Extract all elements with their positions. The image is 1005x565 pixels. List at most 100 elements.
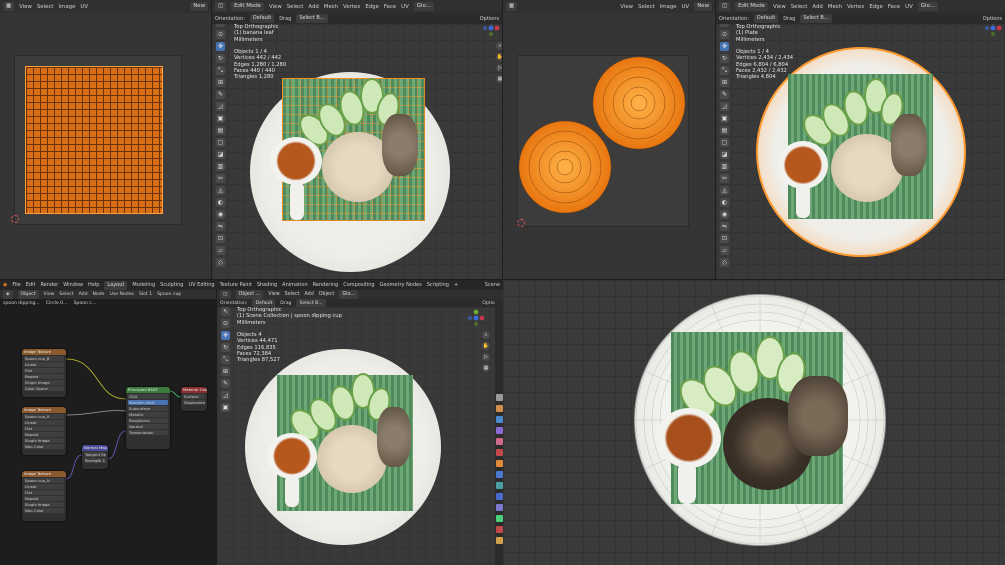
output-tab-icon[interactable] [495,416,503,423]
uv-menu-select[interactable]: Select [37,4,54,10]
menu-view[interactable]: View [44,292,55,297]
inset-tool-icon[interactable]: ▢ [720,138,729,147]
transform-tool-icon[interactable]: ⊞ [221,367,230,376]
slot-dropdown[interactable]: Slot 1 [139,292,152,297]
viewport-top-mid[interactable]: Top Orthographic (1) banana leaf Millimete… [212,24,502,279]
rip-tool-icon[interactable]: ◇ [720,258,729,267]
plate-uv-islands[interactable] [517,55,689,227]
2d-cursor-icon[interactable] [517,219,525,227]
menu-edge[interactable]: Edge [869,4,883,10]
principled-bsdf-node[interactable]: Principled BSDF GGX Random Walk Subsurface… [126,387,170,449]
menu-window[interactable]: Window [63,282,83,288]
viewport-top-right[interactable]: Top Orthographic (1) Plate Millimeters Obj… [716,24,1005,279]
editor-type-button[interactable]: ◫ [220,290,231,299]
measure-tool-icon[interactable]: ◿ [216,102,225,111]
camera-icon[interactable]: ▷ [496,64,502,72]
annotate-tool-icon[interactable]: ✎ [720,90,729,99]
knife-tool-icon[interactable]: ✂ [216,174,225,183]
editor-type-button[interactable]: ◫ [719,2,731,11]
select-tool-icon[interactable]: ↖ [221,307,230,316]
select-tool-icon[interactable]: ↖ [720,24,729,27]
uv-menu-uv[interactable]: UV [682,4,690,10]
menu-vertex[interactable]: Vertex [847,4,864,10]
texture-tab-icon[interactable] [495,537,503,544]
camera-icon[interactable]: ▷ [482,353,490,361]
menu-file[interactable]: File [12,282,20,288]
menu-view[interactable]: View [268,292,279,297]
transform-orientation-dropdown[interactable]: Glo... [339,290,358,299]
extrude-tool-icon[interactable]: ▤ [216,126,225,135]
loop-cut-tool-icon[interactable]: ▥ [720,162,729,171]
material-dropdown[interactable]: Spoon cup [157,292,181,297]
add-cube-tool-icon[interactable]: ▣ [221,403,230,412]
menu-edit[interactable]: Edit [26,282,36,288]
menu-select[interactable]: Select [285,292,300,297]
uv-menu-view[interactable]: View [620,4,633,10]
smooth-tool-icon[interactable]: ◉ [720,210,729,219]
physics-tab-icon[interactable] [495,493,503,500]
smooth-tool-icon[interactable]: ◉ [216,210,225,219]
image-texture-node-normal[interactable]: Image Texture Spoon cup_N Linear Flat Repea… [22,471,66,521]
navigation-gizmo[interactable] [467,309,485,327]
measure-tool-icon[interactable]: ◿ [720,102,729,111]
2d-cursor-icon[interactable] [11,215,19,223]
data-tab-icon[interactable] [495,515,503,522]
menu-edge[interactable]: Edge [365,4,379,10]
add-cube-tool-icon[interactable]: ▣ [216,114,225,123]
viewport-bottom-mid[interactable]: Top Orthographic (1) Scene Collection | s… [217,307,495,565]
scale-tool-icon[interactable]: ⤡ [216,66,225,75]
extrude-tool-icon[interactable]: ▤ [720,126,729,135]
menu-add[interactable]: Add [79,292,88,297]
knife-tool-icon[interactable]: ✂ [720,174,729,183]
tab-compositing[interactable]: Compositing [343,282,374,288]
tool-tab-icon[interactable] [495,394,503,401]
menu-help[interactable]: Help [88,282,99,288]
mode-dropdown[interactable]: Edit Mode [231,2,264,11]
scene-tab-icon[interactable] [495,438,503,445]
menu-mesh[interactable]: Mesh [828,4,842,10]
viewport-bottom-right-wireframe[interactable] [503,280,1005,565]
select-box-dropdown[interactable]: Select B... [296,14,328,23]
particles-tab-icon[interactable] [495,482,503,489]
select-box-dropdown[interactable]: Select B... [800,14,832,23]
cursor-tool-icon[interactable]: ⊙ [221,319,230,328]
image-texture-node-roughness[interactable]: Image Texture Spoon cup_R Linear Flat Repea… [22,407,66,455]
navigation-gizmo[interactable] [984,24,1002,37]
editor-type-button[interactable]: ◫ [215,2,227,11]
scale-tool-icon[interactable]: ⤡ [720,66,729,75]
zoom-icon[interactable]: ⌕ [482,331,490,339]
menu-select[interactable]: Select [59,292,73,297]
tab-modeling[interactable]: Modeling [132,282,155,288]
object-dropdown[interactable]: Object [17,290,39,299]
shrink-tool-icon[interactable]: ⊡ [216,234,225,243]
uv-grid-island[interactable] [25,66,163,214]
menu-uv[interactable]: UV [905,4,913,10]
tab-rendering[interactable]: Rendering [313,282,339,288]
menu-object[interactable]: Object [319,292,335,297]
uv-menu-view[interactable]: View [19,4,32,10]
rip-tool-icon[interactable]: ◇ [216,258,225,267]
menu-face[interactable]: Face [384,4,396,10]
spin-tool-icon[interactable]: ◐ [216,198,225,207]
shear-tool-icon[interactable]: ▱ [720,246,729,255]
spin-tool-icon[interactable]: ◐ [720,198,729,207]
tab-scripting[interactable]: Scripting [427,282,449,288]
menu-mesh[interactable]: Mesh [324,4,338,10]
uv-menu-image[interactable]: Image [660,4,677,10]
mode-dropdown[interactable]: Object ... [235,290,264,299]
tab-sculpting[interactable]: Sculpting [160,282,183,288]
poly-build-tool-icon[interactable]: ◬ [720,186,729,195]
menu-uv[interactable]: UV [401,4,409,10]
scale-tool-icon[interactable]: ⤡ [221,355,230,364]
tab-geometry-nodes[interactable]: Geometry Nodes [380,282,422,288]
tab-layout[interactable]: Layout [104,280,128,290]
menu-face[interactable]: Face [888,4,900,10]
blender-logo-icon[interactable]: ◉ [3,282,7,288]
modifier-tab-icon[interactable] [495,471,503,478]
menu-select[interactable]: Select [287,4,304,10]
view-layer-tab-icon[interactable] [495,427,503,434]
add-cube-tool-icon[interactable]: ▣ [720,114,729,123]
move-tool-icon[interactable]: ✥ [720,42,729,51]
rotate-tool-icon[interactable]: ↻ [216,54,225,63]
select-box-dropdown[interactable]: Select B... [296,299,326,307]
